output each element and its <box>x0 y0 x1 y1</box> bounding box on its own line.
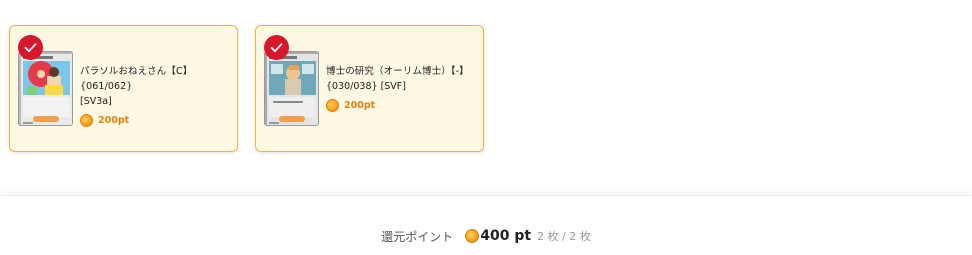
coin-icon <box>80 114 93 127</box>
card-item[interactable]: 博士の研究（オーリム博士）【-】 {030/038} [SVF] 200pt <box>255 25 484 152</box>
coin-icon <box>465 229 480 243</box>
card-name: パラソルおねえさん【C】{061/062} <box>80 66 193 92</box>
return-points-label: 還元ポイント <box>381 229 454 244</box>
card-info: パラソルおねえさん【C】{061/062} [SV3a] 200pt <box>80 64 232 127</box>
summary-footer: 還元ポイント 400 pt 2 枚 / 2 枚 <box>0 195 972 255</box>
card-item[interactable]: パラソルおねえさん【C】{061/062} [SV3a] 200pt <box>9 25 238 152</box>
card-name: 博士の研究（オーリム博士）【-】 <box>326 66 469 77</box>
card-points: 200pt <box>326 99 478 112</box>
card-thumbnail <box>264 51 319 126</box>
points-summary: 還元ポイント 400 pt 2 枚 / 2 枚 <box>0 225 972 247</box>
total-points: 400 pt <box>480 228 532 244</box>
card-info: 博士の研究（オーリム博士）【-】 {030/038} [SVF] 200pt <box>326 64 478 112</box>
selected-check-icon[interactable] <box>18 35 43 60</box>
card-set-code: {030/038} [SVF] <box>326 81 406 92</box>
card-set-code: [SV3a] <box>80 96 112 107</box>
selected-cards-area: パラソルおねえさん【C】{061/062} [SV3a] 200pt 博士の研究… <box>0 0 972 195</box>
card-points-value: 200pt <box>344 100 376 111</box>
card-thumbnail <box>18 51 73 126</box>
card-points: 200pt <box>80 114 232 127</box>
card-points-value: 200pt <box>98 115 130 126</box>
card-count: 2 枚 / 2 枚 <box>537 230 591 243</box>
selected-check-icon[interactable] <box>264 35 289 60</box>
coin-icon <box>326 99 339 112</box>
